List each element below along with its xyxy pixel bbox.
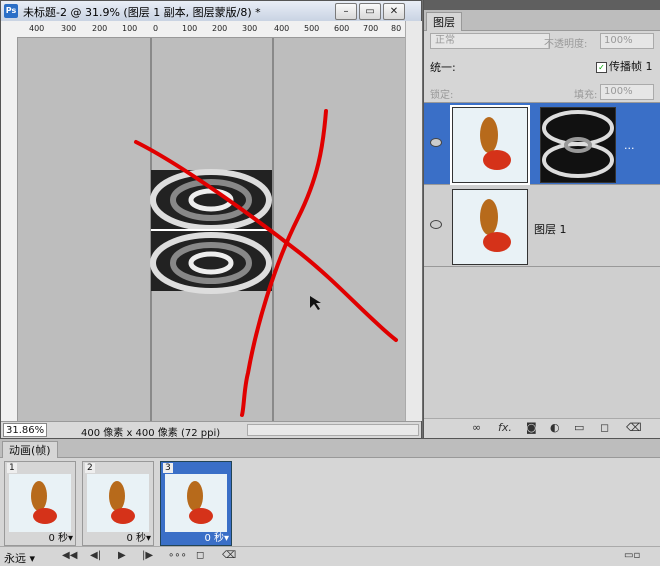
- frame-number: 2: [85, 463, 95, 473]
- frame-thumbnail: [87, 474, 149, 532]
- layer-list: ... 图层 1: [424, 102, 660, 419]
- convert-timeline-icon[interactable]: ▭▫: [624, 550, 640, 561]
- visibility-eye-icon[interactable]: [430, 220, 442, 229]
- animation-frame[interactable]: 2 0 秒▾: [82, 461, 154, 546]
- minimize-icon[interactable]: –: [335, 3, 357, 20]
- trash-icon[interactable]: ⌫: [626, 421, 642, 434]
- animation-frame-selected[interactable]: 3 0 秒▾: [160, 461, 232, 546]
- delete-frame-icon[interactable]: ⌫: [222, 550, 236, 561]
- ruler-label: 500: [304, 24, 320, 33]
- checkbox-icon[interactable]: ✓: [596, 62, 607, 73]
- layer-name-copy: ...: [624, 139, 635, 152]
- status-bar: 31.86% 400 像素 x 400 像素 (72 ppi): [1, 421, 421, 439]
- ruler-label: 100: [182, 24, 198, 33]
- frame-delay[interactable]: 0 秒▾: [48, 529, 73, 544]
- fill-field[interactable]: 100%: [600, 84, 654, 100]
- opacity-field[interactable]: 100%: [600, 33, 654, 49]
- document-title: 未标题-2 @ 31.9% (图层 1 副本, 图层蒙版/8) *: [23, 6, 261, 19]
- blend-mode-select[interactable]: 正常: [430, 33, 550, 49]
- photoshop-app-icon: Ps: [4, 4, 18, 18]
- ruler-label: 100: [122, 24, 138, 33]
- ruler-label: 600: [334, 24, 350, 33]
- mask-icon[interactable]: ◙: [526, 421, 537, 434]
- ruler-label: 400: [29, 24, 45, 33]
- panel-top-bar: [424, 0, 660, 10]
- fill-label: 填充:: [574, 90, 598, 101]
- fx-icon[interactable]: fx.: [498, 421, 512, 434]
- animation-frame[interactable]: 1 0 秒▾: [4, 461, 76, 546]
- frame-delay[interactable]: 0 秒▾: [126, 529, 151, 544]
- link-icon[interactable]: ∞: [472, 421, 481, 434]
- animation-controls: 永远 ▾ ◀◀ ◀| ▶ |▶ ∘∘∘ ◻ ⌫ ▭▫: [0, 546, 660, 566]
- ruler-label: 80: [391, 24, 402, 33]
- previous-frame-icon[interactable]: ◀|: [90, 550, 101, 561]
- close-icon[interactable]: ✕: [383, 3, 405, 20]
- layer-row-1[interactable]: 图层 1: [424, 185, 660, 267]
- opacity-label: 不透明度:: [544, 39, 588, 50]
- animation-panel: 动画(帧) 1 0 秒▾ 2 0 秒▾ 3 0 秒▾ 永远 ▾ ◀◀ ◀| ▶ …: [0, 438, 660, 566]
- document-title-bar[interactable]: Ps 未标题-2 @ 31.9% (图层 1 副本, 图层蒙版/8) * – ▭…: [1, 1, 421, 22]
- first-frame-icon[interactable]: ◀◀: [62, 550, 77, 561]
- tab-animation[interactable]: 动画(帧): [2, 441, 58, 458]
- propagate-label: 传播帧 1: [609, 60, 653, 73]
- frame-number: 3: [163, 463, 173, 473]
- frame-thumbnail: [9, 474, 71, 532]
- layer-thumbnail: [450, 105, 530, 185]
- layers-panel: 图层 正常 不透明度: 100% 统一: ✓ 传播帧 1 锁定: 填充: 100%: [423, 0, 660, 439]
- layer-thumbnail: [452, 189, 528, 265]
- ruler-label: 400: [274, 24, 290, 33]
- vertical-scrollbar[interactable]: [405, 21, 422, 421]
- vertical-ruler: [1, 37, 18, 421]
- new-frame-icon[interactable]: ◻: [196, 550, 204, 561]
- adjustment-icon[interactable]: ◐: [550, 421, 560, 434]
- horizontal-scrollbar[interactable]: [247, 424, 419, 436]
- horizontal-ruler: 400 300 200 100 0 100 200 300 400 500 60…: [1, 21, 405, 38]
- ruler-label: 300: [61, 24, 77, 33]
- layer-name: 图层 1: [534, 223, 567, 236]
- canvas-drawing: [134, 38, 398, 421]
- play-icon[interactable]: ▶: [118, 550, 126, 561]
- ruler-label: 200: [212, 24, 228, 33]
- lock-label: 锁定:: [430, 90, 454, 101]
- animation-tab-bar: 动画(帧): [0, 439, 660, 458]
- document-info: 400 像素 x 400 像素 (72 ppi): [81, 428, 221, 439]
- layers-tab-bar: 图层: [424, 10, 660, 31]
- frame-thumbnail: [165, 474, 227, 532]
- canvas-area[interactable]: [18, 38, 404, 421]
- propagate-frame-checkbox[interactable]: ✓ 传播帧 1: [596, 58, 653, 74]
- next-frame-icon[interactable]: |▶: [142, 550, 153, 561]
- restore-icon[interactable]: ▭: [359, 3, 381, 20]
- new-layer-icon[interactable]: ◻: [600, 421, 609, 434]
- cursor-icon: [310, 296, 321, 310]
- unify-label: 统一:: [430, 61, 456, 74]
- visibility-eye-icon[interactable]: [430, 138, 442, 147]
- group-icon[interactable]: ▭: [574, 421, 584, 434]
- ruler-label: 300: [242, 24, 258, 33]
- zoom-field[interactable]: 31.86%: [3, 423, 47, 437]
- document-window: Ps 未标题-2 @ 31.9% (图层 1 副本, 图层蒙版/8) * – ▭…: [0, 0, 422, 439]
- tab-layers[interactable]: 图层: [426, 12, 462, 31]
- layer-row-copy[interactable]: ...: [424, 103, 660, 185]
- layers-panel-toolbar: ∞ fx. ◙ ◐ ▭ ◻ ⌫: [424, 418, 660, 439]
- frame-number: 1: [7, 463, 17, 473]
- ruler-label: 0: [153, 24, 159, 33]
- layer-mask-thumbnail[interactable]: [540, 107, 616, 183]
- ruler-label: 200: [92, 24, 108, 33]
- tween-icon[interactable]: ∘∘∘: [168, 550, 187, 561]
- ruler-label: 700: [363, 24, 379, 33]
- frame-delay[interactable]: 0 秒▾: [204, 529, 229, 544]
